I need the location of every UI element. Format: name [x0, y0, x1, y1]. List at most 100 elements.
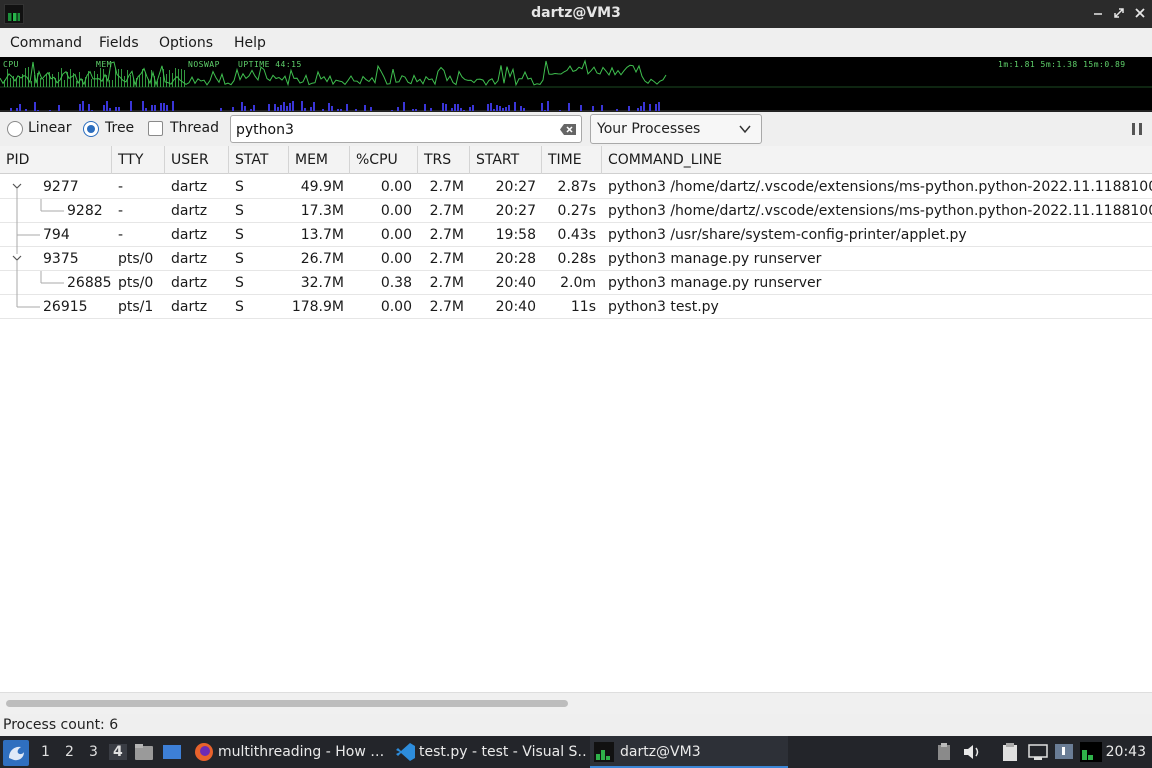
task-firefox[interactable]: multithreading - How …	[192, 736, 388, 768]
table-row[interactable]: 9282 - dartz S 17.3M 0.00 2.7M 20:27 0.2…	[0, 199, 1152, 223]
cpu-activity-bar	[25, 68, 26, 87]
linear-label[interactable]: Linear	[28, 120, 72, 136]
process-scope-value: Your Processes	[597, 121, 701, 137]
cpu-cell: 0.00	[380, 299, 412, 315]
pid-cell: 9375	[43, 251, 79, 267]
cpu-monitor-icon[interactable]	[1080, 742, 1102, 762]
mem-cell: 178.9M	[291, 299, 344, 315]
task-vscode[interactable]: test.py - test - Visual S…	[392, 736, 588, 768]
cpu-activity-bar	[154, 76, 155, 87]
trs-cell: 2.7M	[429, 227, 464, 243]
clipboard-icon[interactable]	[1000, 742, 1022, 762]
cpu-activity-bar	[178, 69, 179, 87]
horizontal-scrollbar[interactable]	[0, 692, 1152, 714]
table-row[interactable]: 26885 pts/0 dartz S 32.7M 0.38 2.7M 20:4…	[0, 271, 1152, 295]
tree-label[interactable]: Tree	[105, 120, 134, 136]
io-activity-bar	[268, 104, 270, 111]
cpu-activity-bar	[52, 74, 53, 87]
io-activity-bar	[496, 105, 498, 111]
io-activity-bar	[58, 105, 60, 111]
scrollbar-thumb[interactable]	[6, 700, 568, 707]
io-activity-bar	[616, 109, 618, 111]
task-qps[interactable]: dartz@VM3	[590, 736, 788, 768]
pid-cell: 9277	[43, 179, 79, 195]
column-header-pid[interactable]: PID	[0, 146, 112, 174]
pause-icon[interactable]	[1130, 122, 1144, 136]
user-cell: dartz	[171, 179, 208, 195]
workspace-1[interactable]: 1	[41, 744, 50, 760]
cpu-activity-bar	[4, 80, 5, 87]
task-label: dartz@VM3	[620, 744, 701, 760]
column-header-stat[interactable]: STAT	[229, 146, 289, 174]
io-activity-bar	[658, 102, 660, 111]
search-input[interactable]	[236, 120, 556, 139]
cpu-activity-bar	[124, 76, 125, 87]
io-activity-bar	[163, 103, 165, 111]
user-cell: dartz	[171, 203, 208, 219]
io-activity-bar	[451, 108, 453, 111]
column-header-command-line[interactable]: COMMAND_LINE	[602, 146, 1152, 174]
thread-label[interactable]: Thread	[170, 120, 219, 136]
workspace-4[interactable]: 4	[109, 744, 127, 760]
cpu-activity-bar	[7, 69, 8, 87]
cpu-activity-bar	[19, 76, 20, 87]
search-box[interactable]	[230, 115, 582, 143]
menu-fields[interactable]: Fields	[99, 35, 139, 51]
io-activity-bar	[106, 101, 108, 111]
workspace-3[interactable]: 3	[89, 744, 98, 760]
workspace-2[interactable]: 2	[65, 744, 74, 760]
desktop-icon[interactable]	[162, 743, 182, 761]
column-header-cpu[interactable]: %CPU	[350, 146, 418, 174]
cpu-activity-bar	[70, 69, 71, 87]
tty-cell: -	[118, 227, 124, 243]
close-button[interactable]	[1132, 5, 1148, 21]
column-header-tty[interactable]: TTY	[112, 146, 165, 174]
menu-options[interactable]: Options	[159, 35, 213, 51]
file-manager-icon[interactable]	[134, 743, 154, 761]
table-row[interactable]: 9375 pts/0 dartz S 26.7M 0.00 2.7M 20:28…	[0, 247, 1152, 271]
tree-radio[interactable]	[83, 121, 99, 137]
user-cell: dartz	[171, 251, 208, 267]
table-row[interactable]: 9277 - dartz S 49.9M 0.00 2.7M 20:27 2.8…	[0, 175, 1152, 199]
cpu-cell: 0.00	[380, 227, 412, 243]
minimize-button[interactable]	[1090, 5, 1106, 21]
linear-radio[interactable]	[7, 121, 23, 137]
start-menu-button[interactable]	[3, 740, 29, 766]
maximize-button[interactable]	[1111, 5, 1127, 21]
io-activity-bar	[544, 110, 546, 111]
notification-icon[interactable]	[1054, 743, 1074, 761]
menu-command[interactable]: Command	[10, 35, 82, 51]
column-header-mem[interactable]: MEM	[289, 146, 350, 174]
network-icon[interactable]	[1028, 743, 1048, 761]
mem-cell: 17.3M	[300, 203, 344, 219]
io-activity-bar	[154, 105, 156, 111]
io-activity-bar	[580, 105, 582, 111]
cpu-activity-bar	[112, 80, 113, 87]
cpu-activity-bar	[94, 71, 95, 87]
menu-help[interactable]: Help	[234, 35, 266, 51]
cpu-activity-bar	[172, 73, 173, 87]
stat-cell: S	[235, 179, 244, 195]
column-header-start[interactable]: START	[470, 146, 542, 174]
thread-checkbox[interactable]	[148, 121, 163, 136]
volume-icon[interactable]	[962, 743, 982, 761]
io-activity-bar	[322, 109, 324, 111]
cpu-activity-bar	[175, 68, 176, 87]
cpu-activity-bar	[115, 68, 116, 87]
column-header-user[interactable]: USER	[165, 146, 229, 174]
process-scope-select[interactable]: Your Processes	[590, 114, 762, 144]
table-row[interactable]: 26915 pts/1 dartz S 178.9M 0.00 2.7M 20:…	[0, 295, 1152, 319]
cpu-activity-bar	[139, 75, 140, 87]
cpu-activity-bar	[43, 79, 44, 87]
table-row[interactable]: 794 - dartz S 13.7M 0.00 2.7M 19:58 0.43…	[0, 223, 1152, 247]
io-activity-bar	[286, 106, 288, 111]
column-header-time[interactable]: TIME	[542, 146, 602, 174]
io-activity-bar	[370, 107, 372, 111]
trs-cell: 2.7M	[429, 179, 464, 195]
io-activity-bar	[280, 105, 282, 111]
clipboard-tray-icon[interactable]	[936, 743, 952, 761]
pid-cell: 26885	[67, 275, 112, 291]
clear-search-icon[interactable]	[559, 123, 577, 136]
cpu-activity-bar	[28, 67, 29, 87]
column-header-trs[interactable]: TRS	[418, 146, 470, 174]
